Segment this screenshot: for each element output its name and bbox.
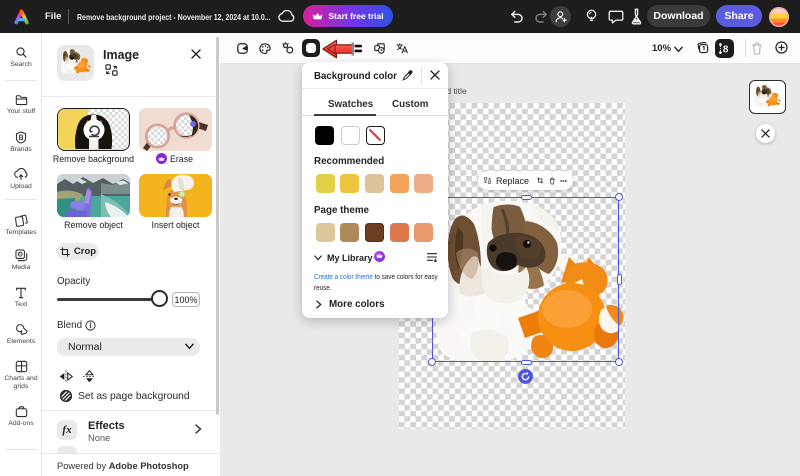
svg-text:8: 8 [723, 45, 729, 55]
